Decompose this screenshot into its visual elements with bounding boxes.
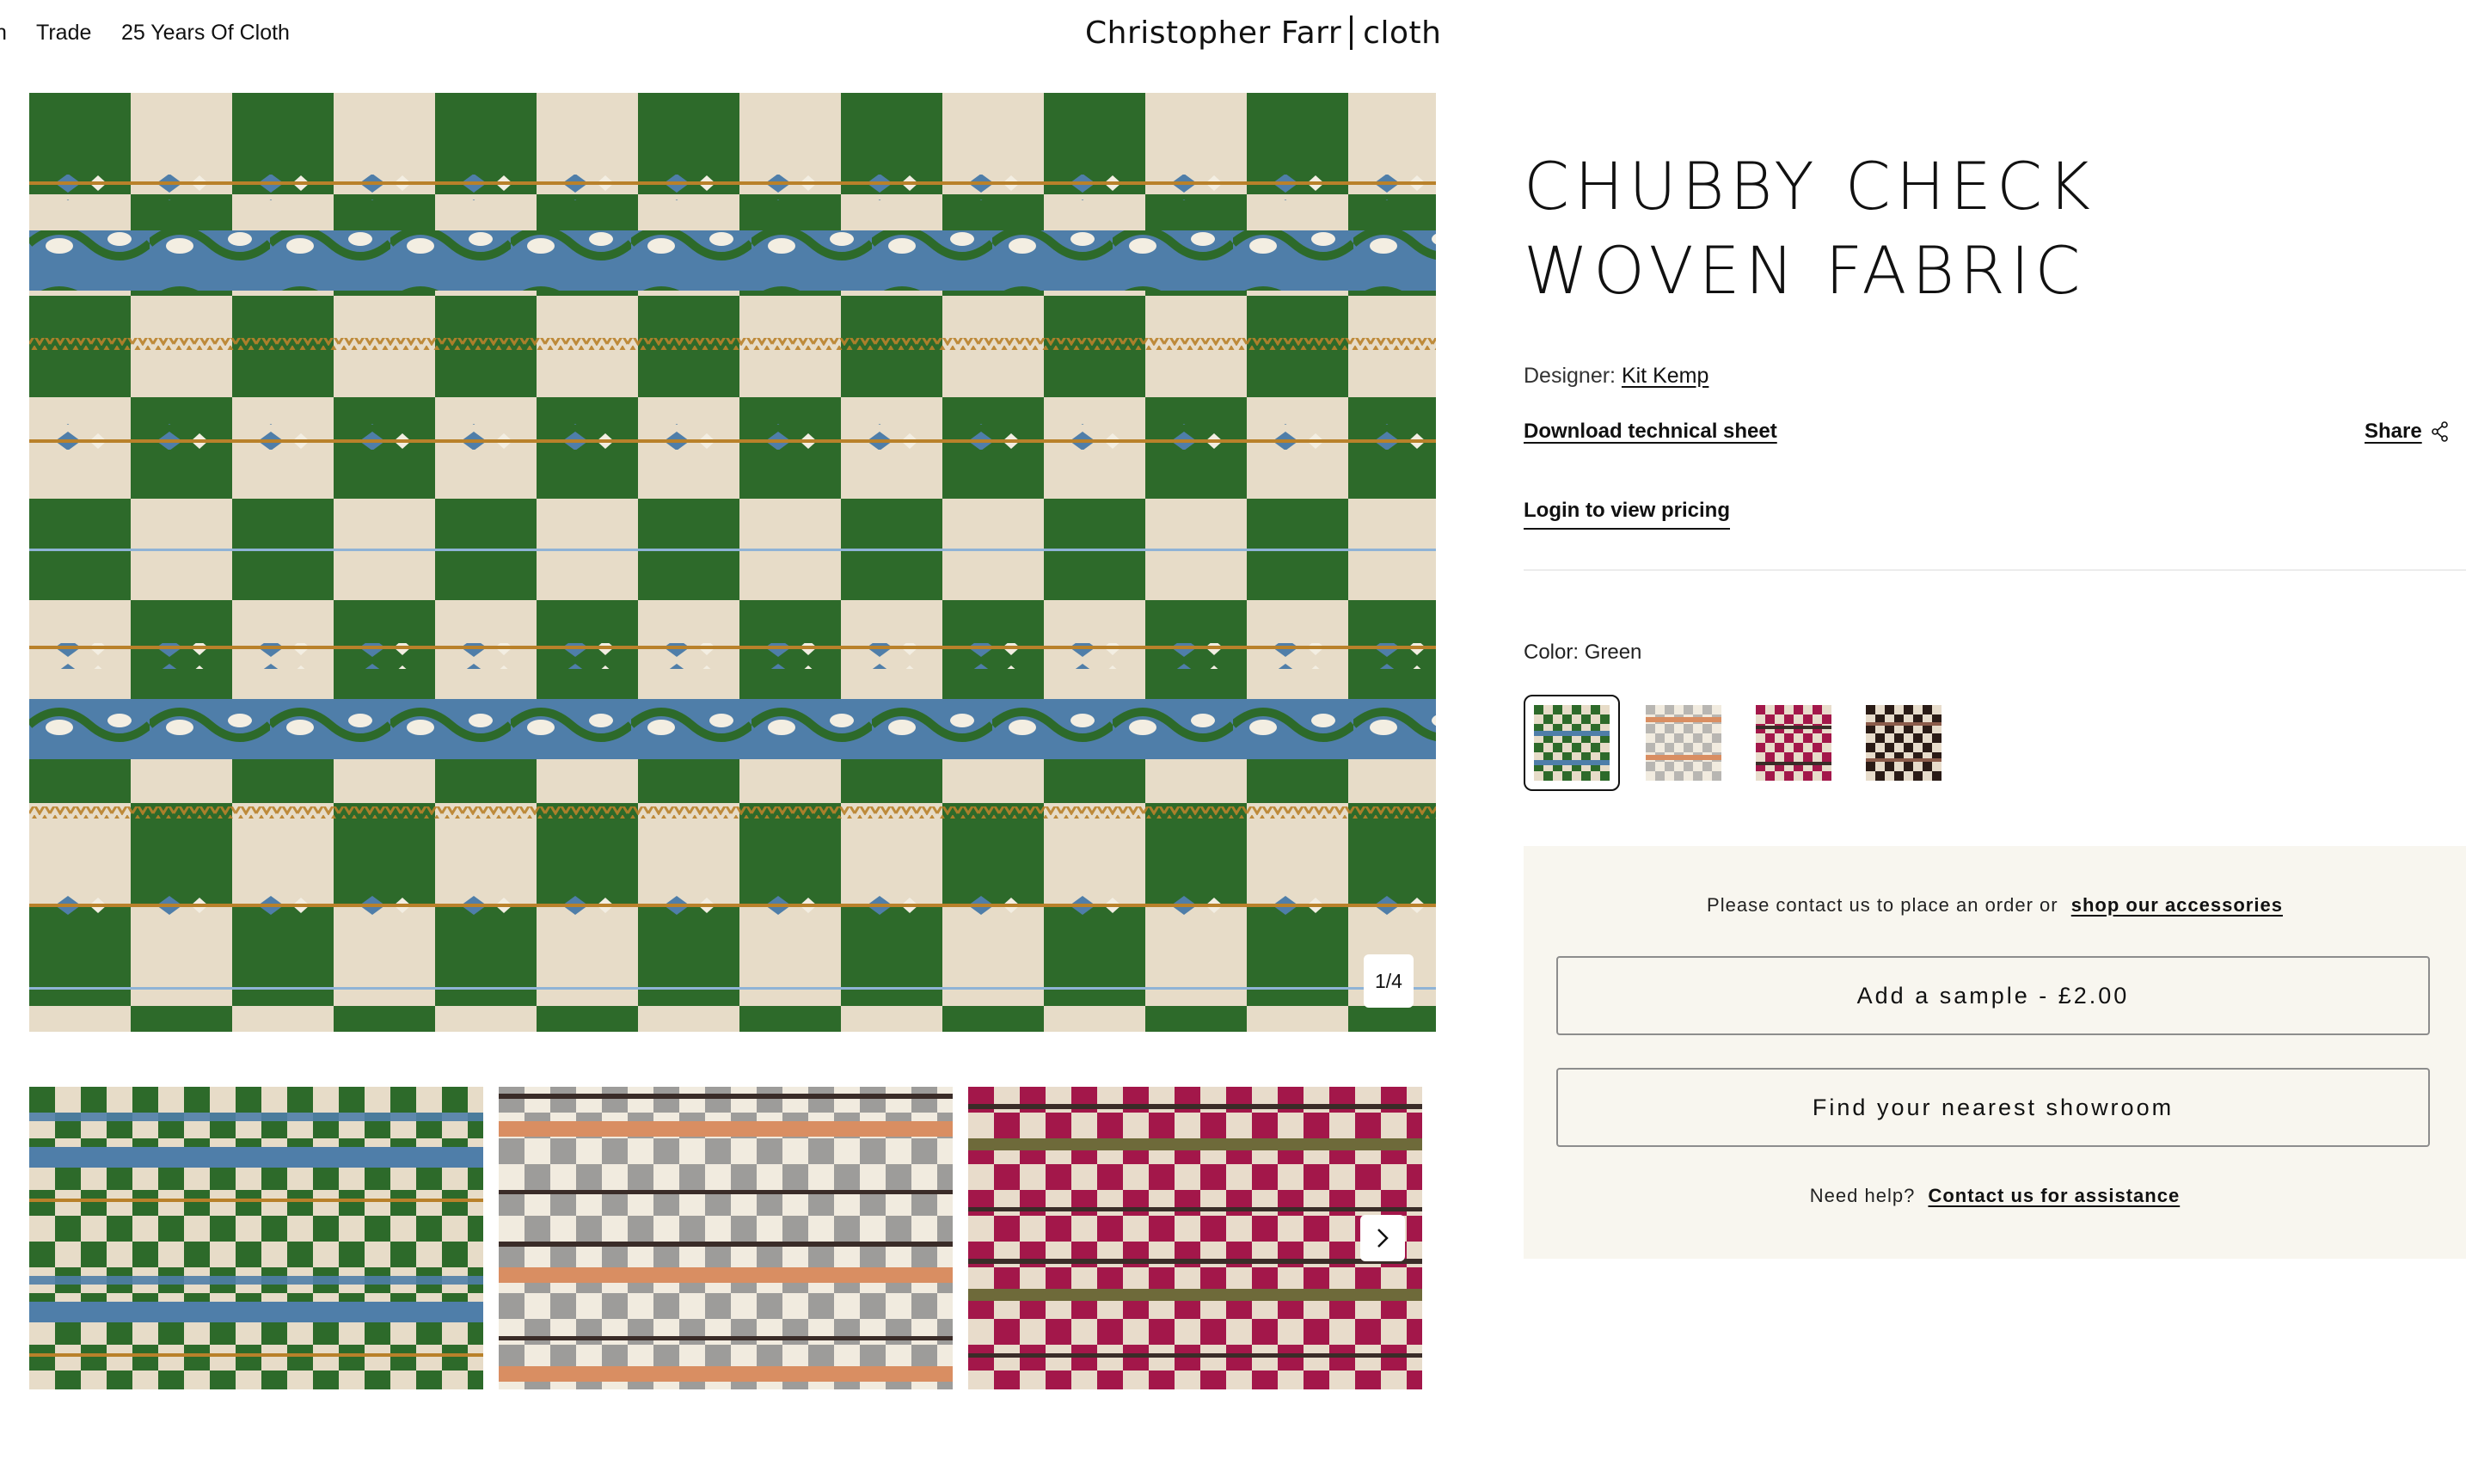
swatch-red[interactable]: [1745, 695, 1842, 791]
swatch-green[interactable]: [1524, 695, 1620, 791]
thumbnail-grey-orange[interactable]: [499, 1087, 953, 1389]
designer-line: Designer: Kit Kemp: [1524, 364, 1708, 389]
order-panel: Please contact us to place an order or s…: [1524, 846, 2466, 1259]
contact-assistance-link[interactable]: Contact us for assistance: [1928, 1185, 2180, 1206]
thumbnail-next-button[interactable]: [1360, 1215, 1405, 1261]
share-button[interactable]: Share: [2365, 420, 2450, 444]
share-icon: [2431, 421, 2448, 442]
swatch-green-chip: [1534, 705, 1610, 781]
swatch-black[interactable]: [1856, 695, 1952, 791]
brand-divider: [1350, 15, 1353, 50]
color-label: Color: Green: [1524, 641, 1642, 664]
swatch-grey-orange-chip: [1646, 705, 1721, 781]
login-to-view-pricing-link[interactable]: Login to view pricing: [1524, 499, 1730, 530]
help-text: Need help?: [1809, 1185, 1916, 1206]
image-counter: 1/4: [1364, 954, 1414, 1008]
product-title: CHUBBY CHECK WOVEN FABRIC: [1524, 148, 2095, 309]
fabric-pattern-green: [29, 93, 1436, 1032]
fabric-thumb-green: [29, 1087, 483, 1389]
section-divider: [1524, 569, 2466, 571]
brand-logo[interactable]: Christopher Farr cloth: [1085, 15, 1441, 51]
fabric-thumb-red: [968, 1087, 1422, 1389]
swatch-black-chip: [1866, 705, 1942, 781]
swatch-red-chip: [1756, 705, 1831, 781]
order-contact-text: Please contact us to place an order or: [1707, 894, 2058, 916]
nav-item-partial[interactable]: n: [0, 21, 7, 46]
shop-accessories-link[interactable]: shop our accessories: [2071, 894, 2283, 916]
designer-link[interactable]: Kit Kemp: [1622, 364, 1708, 388]
nav-item-trade[interactable]: Trade: [36, 21, 91, 46]
brand-name: Christopher Farr: [1085, 15, 1342, 51]
find-showroom-button[interactable]: Find your nearest showroom: [1556, 1068, 2430, 1147]
help-line: Need help? Contact us for assistance: [1524, 1185, 2466, 1207]
thumbnail-red[interactable]: [968, 1087, 1422, 1389]
add-sample-button[interactable]: Add a sample - £2.00: [1556, 956, 2430, 1035]
order-contact-line: Please contact us to place an order or s…: [1524, 894, 2466, 917]
share-label: Share: [2365, 420, 2422, 443]
swatch-grey-orange[interactable]: [1635, 695, 1732, 791]
download-technical-sheet-link[interactable]: Download technical sheet: [1524, 420, 1777, 444]
chevron-right-icon: [1377, 1229, 1389, 1248]
thumbnail-green[interactable]: [29, 1087, 483, 1389]
designer-label: Designer:: [1524, 364, 1616, 388]
main-product-image[interactable]: 1/4: [29, 93, 1436, 1032]
top-navigation: n Trade 25 Years Of Cloth Christopher Fa…: [0, 0, 2466, 69]
fabric-thumb-grey: [499, 1087, 953, 1389]
brand-sub: cloth: [1363, 15, 1442, 51]
nav-item-25-years[interactable]: 25 Years Of Cloth: [121, 21, 290, 46]
thumbnail-strip: [29, 1087, 1422, 1389]
